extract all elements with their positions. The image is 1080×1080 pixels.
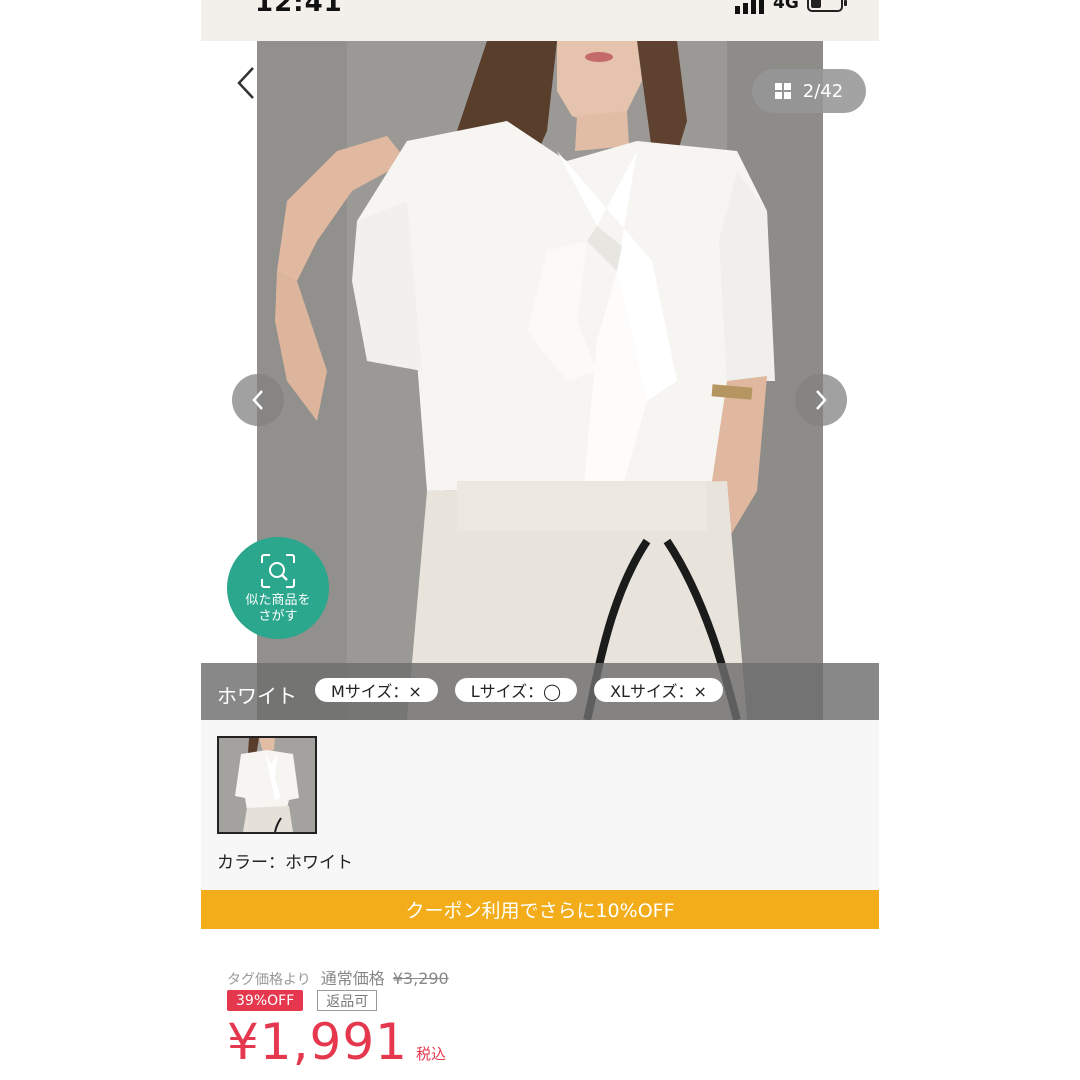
size-chip-l: Lサイズ：◯ (454, 677, 578, 702)
product-illustration (257, 41, 823, 720)
phone-screen: 12:41 4G 2/42 似た商品を さがす ホワイト Mサイズ：× Lサイズ… (201, 0, 879, 1080)
badge-row: 39%OFF 返品可 (227, 990, 378, 1011)
selected-color-label: カラー：ホワイト (217, 853, 353, 873)
back-arrow-icon[interactable] (235, 65, 259, 101)
tag-price-label: タグ価格より (227, 972, 311, 988)
returnable-badge: 返品可 (317, 990, 378, 1011)
product-photo (257, 41, 823, 720)
image-search-icon (261, 554, 295, 588)
sale-price-row: ¥1,991 税込 (227, 1013, 446, 1071)
chevron-left-icon (252, 390, 263, 410)
size-chip-m: Mサイズ：× (315, 677, 438, 702)
image-counter-text: 2/42 (802, 80, 844, 102)
size-availability-bar: ホワイト Mサイズ：× Lサイズ：◯ XLサイズ：× (201, 663, 879, 720)
coupon-banner[interactable]: クーポン利用でさらに10%OFF (201, 890, 879, 929)
find-similar-label: 似た商品を さがす (245, 593, 311, 624)
color-thumbnail-white[interactable] (217, 736, 317, 834)
status-bar: 12:41 4G (201, 0, 879, 41)
color-thumbnails: カラー：ホワイト (201, 720, 879, 890)
tax-included-label: 税込 (415, 1045, 446, 1063)
image-counter[interactable]: 2/42 (752, 69, 866, 113)
size-bar-color: ホワイト (217, 684, 297, 708)
price-section: タグ価格より 通常価格 ¥3,290 39%OFF 返品可 ¥1,991 税込 (201, 929, 879, 1080)
network-type: 4G (773, 0, 799, 13)
signal-icon (735, 0, 764, 14)
regular-price-row: タグ価格より 通常価格 ¥3,290 (227, 965, 449, 989)
regular-price-label: 通常価格 (320, 969, 385, 988)
chevron-right-icon (816, 390, 827, 410)
grid-icon (774, 83, 791, 99)
battery-icon (807, 0, 847, 12)
size-chip-xl: XLサイズ：× (594, 677, 723, 702)
discount-badge: 39%OFF (227, 990, 304, 1011)
find-similar-button[interactable]: 似た商品を さがす (227, 537, 329, 639)
product-gallery[interactable]: 2/42 似た商品を さがす ホワイト Mサイズ：× Lサイズ：◯ XLサイズ：… (201, 41, 879, 720)
thumbnail-image (219, 738, 315, 832)
next-image-button[interactable] (795, 374, 847, 426)
status-time: 12:41 (255, 0, 343, 18)
prev-image-button[interactable] (232, 374, 284, 426)
sale-price: ¥1,991 (227, 1013, 408, 1071)
regular-price: ¥3,290 (392, 969, 449, 988)
